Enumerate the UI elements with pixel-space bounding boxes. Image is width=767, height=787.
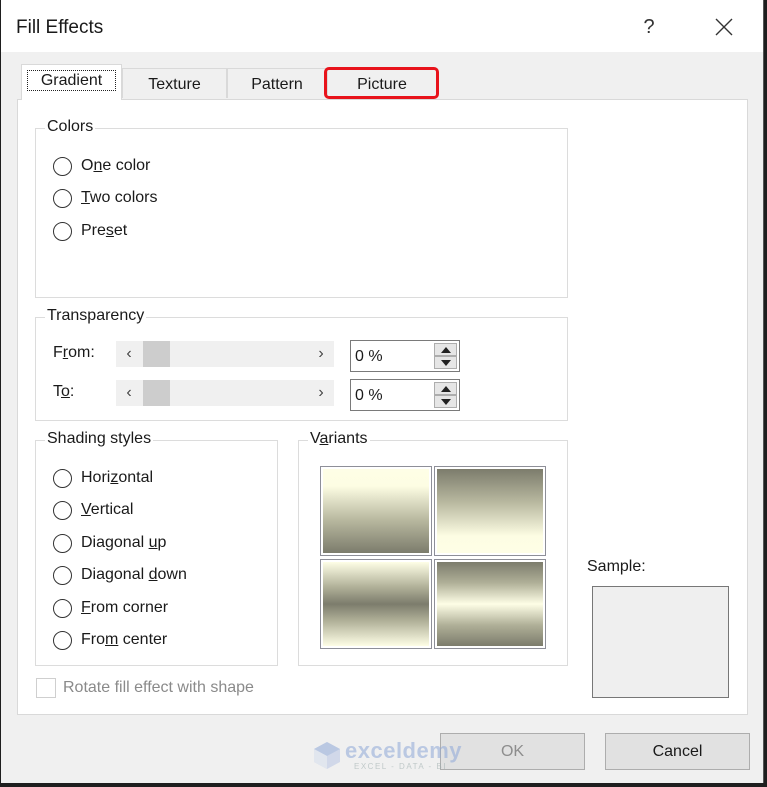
tab-pattern[interactable]: Pattern <box>227 68 327 98</box>
spin-up-button[interactable] <box>434 382 457 395</box>
caret-up-icon <box>441 386 451 392</box>
slider-right-arrow-icon[interactable]: › <box>308 380 334 406</box>
tab-gradient[interactable]: Gradient <box>21 64 122 100</box>
radio-diagonal-down[interactable]: Diagonal down <box>53 563 187 587</box>
variant-2[interactable] <box>434 466 546 556</box>
to-label: To: <box>53 383 75 400</box>
title-bar: Fill Effects ? <box>1 0 763 52</box>
close-icon <box>715 18 733 36</box>
tab-label: Picture <box>357 76 407 93</box>
variant-1[interactable] <box>320 466 432 556</box>
radio-label: Horizontal <box>81 469 154 486</box>
spin-down-button[interactable] <box>434 356 457 369</box>
radio-label: Preset <box>81 222 128 239</box>
gradient-tab-panel: Colors One color Two colors Preset Trans… <box>17 99 748 715</box>
slider-thumb[interactable] <box>143 380 170 406</box>
radio-circle <box>53 565 72 585</box>
variant-4[interactable] <box>434 559 546 649</box>
variant-gradient <box>436 561 544 647</box>
variant-gradient <box>322 561 430 647</box>
variant-3[interactable] <box>320 559 432 649</box>
shading-styles-group-title: Shading styles <box>45 430 154 448</box>
transparency-group: Transparency From: ‹ › 0 % To: ‹ › 0 % <box>35 307 568 421</box>
tab-picture[interactable]: Picture <box>327 68 437 98</box>
caret-down-icon <box>441 399 451 405</box>
sample-preview <box>592 586 729 698</box>
from-transparency-spinner[interactable]: 0 % <box>350 340 460 372</box>
cancel-button[interactable]: Cancel <box>605 733 750 770</box>
spin-down-button[interactable] <box>434 395 457 408</box>
radio-label: Diagonal down <box>81 566 187 583</box>
radio-circle <box>53 156 72 176</box>
from-transparency-value[interactable]: 0 % <box>355 348 383 366</box>
dialog-title: Fill Effects <box>16 17 104 38</box>
radio-preset[interactable]: Preset <box>53 219 127 243</box>
radio-label: Vertical <box>81 501 134 518</box>
radio-label: Diagonal up <box>81 534 167 551</box>
rotate-fill-checkbox[interactable]: Rotate fill effect with shape <box>36 678 254 698</box>
radio-from-center[interactable]: From center <box>53 628 167 652</box>
to-transparency-slider[interactable]: ‹ › <box>116 380 334 406</box>
variants-group: Variants <box>298 430 568 666</box>
shading-styles-group: Shading styles Horizontal Vertical Diago… <box>35 430 278 666</box>
radio-circle <box>53 468 72 488</box>
radio-label: One color <box>81 157 151 174</box>
spin-up-button[interactable] <box>434 343 457 356</box>
radio-horizontal[interactable]: Horizontal <box>53 466 153 490</box>
variant-gradient <box>322 468 430 554</box>
from-transparency-slider[interactable]: ‹ › <box>116 341 334 367</box>
tab-label: Texture <box>148 76 201 93</box>
radio-circle <box>53 188 72 208</box>
transparency-group-title: Transparency <box>45 307 147 325</box>
watermark-tagline: EXCEL - DATA - BI <box>354 762 447 771</box>
sample-label: Sample: <box>587 558 646 575</box>
from-label: From: <box>53 344 95 361</box>
radio-circle <box>53 533 72 553</box>
colors-group-title: Colors <box>45 118 96 136</box>
radio-diagonal-up[interactable]: Diagonal up <box>53 531 166 555</box>
colors-group: Colors One color Two colors Preset <box>35 118 568 298</box>
tab-texture[interactable]: Texture <box>122 68 227 98</box>
radio-from-corner[interactable]: From corner <box>53 596 168 620</box>
slider-left-arrow-icon[interactable]: ‹ <box>116 341 142 367</box>
variants-group-title: Variants <box>308 430 370 448</box>
to-transparency-value[interactable]: 0 % <box>355 387 383 405</box>
slider-right-arrow-icon[interactable]: › <box>308 341 334 367</box>
tab-label: Gradient <box>26 70 117 91</box>
rotate-fill-label: Rotate fill effect with shape <box>63 679 254 696</box>
radio-one-color[interactable]: One color <box>53 154 150 178</box>
radio-circle <box>53 500 72 520</box>
radio-label: Two colors <box>81 189 158 206</box>
ok-button[interactable]: OK <box>440 733 585 770</box>
checkbox-box[interactable] <box>36 678 56 698</box>
caret-down-icon <box>441 360 451 366</box>
caret-up-icon <box>441 347 451 353</box>
exceldemy-watermark: exceldemy EXCEL - DATA - BI <box>312 738 462 772</box>
tab-label: Pattern <box>251 76 303 93</box>
exceldemy-logo-icon <box>314 742 340 769</box>
to-transparency-spinner[interactable]: 0 % <box>350 379 460 411</box>
radio-circle <box>53 221 72 241</box>
slider-left-arrow-icon[interactable]: ‹ <box>116 380 142 406</box>
radio-vertical[interactable]: Vertical <box>53 498 133 522</box>
close-button[interactable] <box>707 12 741 42</box>
radio-circle <box>53 598 72 618</box>
radio-two-colors[interactable]: Two colors <box>53 186 157 210</box>
radio-label: From corner <box>81 599 169 616</box>
radio-circle <box>53 630 72 650</box>
fill-effects-dialog: Fill Effects ? Gradient Texture Pattern … <box>1 0 764 783</box>
help-button[interactable]: ? <box>634 12 664 42</box>
variant-gradient <box>436 468 544 554</box>
radio-label: From center <box>81 631 168 648</box>
slider-thumb[interactable] <box>143 341 170 367</box>
